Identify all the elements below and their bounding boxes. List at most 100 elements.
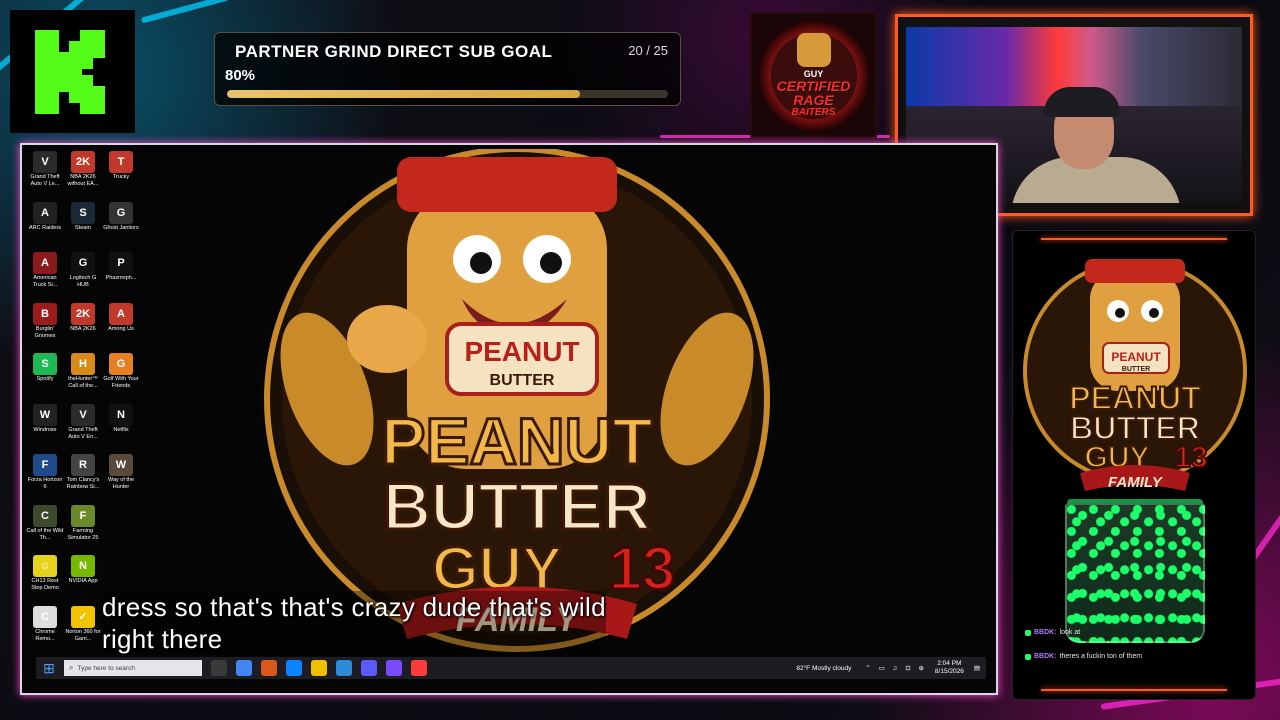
badge-emblem: GUY CERTIFIED RAGE BAITERS xyxy=(758,20,869,131)
kick-logo xyxy=(10,10,135,133)
desktop-icon-label: NBA 2K26 without EA... xyxy=(67,174,99,187)
desktop-app-icon: V xyxy=(71,403,95,426)
sub-goal-progress-fill xyxy=(227,90,580,98)
sub-goal-count: 20 / 25 xyxy=(628,43,668,58)
kick-sub-jar xyxy=(1065,503,1205,643)
desktop-icon[interactable]: F Forza Horizon 6 xyxy=(26,454,64,505)
desktop-icon-label: Burglin' Gnomes xyxy=(34,325,56,339)
taskbar-clock[interactable]: 2:04 PM 8/15/2026 xyxy=(935,660,964,676)
subscriber-badge-icon xyxy=(1025,653,1031,660)
desktop-app-icon: ☺ xyxy=(33,555,57,577)
desktop-icon-label xyxy=(102,528,140,542)
desktop-icon-label: Trucky xyxy=(112,174,130,180)
live-caption: dress so that's that's crazy dude that's… xyxy=(102,591,606,655)
taskbar-app-icon[interactable] xyxy=(236,660,252,676)
desktop-icon-label xyxy=(102,578,140,592)
peanut-butter-guy-side-logo: PEANUT BUTTER PEANUT BUTTER GUY 13 FAMIL… xyxy=(1023,259,1247,491)
desktop-app-icon: S xyxy=(71,201,95,224)
sub-goal-percent: 80% xyxy=(225,67,256,84)
desktop-app-icon: A xyxy=(109,302,133,325)
desktop-icon[interactable]: 2K NBA 2K26 xyxy=(64,302,102,354)
desktop-icon-label: Netflix xyxy=(113,426,129,433)
side-panel-bottom-line xyxy=(1041,689,1227,691)
desktop-icon[interactable]: A American Truck Si... xyxy=(26,252,64,303)
clock-time: 2:04 PM xyxy=(937,660,962,667)
desktop-icon[interactable]: F Farming Simulator 25 xyxy=(64,504,102,556)
taskbar-app-icon[interactable] xyxy=(286,660,302,676)
desktop-icon[interactable]: W Way of the Hunter xyxy=(102,454,140,505)
desktop-icon-label: NVIDIA App xyxy=(68,578,98,584)
notifications-icon[interactable]: ▤ xyxy=(974,664,980,672)
desktop-app-icon: A xyxy=(33,252,57,274)
desktop-icon[interactable]: W Windrose xyxy=(26,403,64,455)
side-panel-top-line xyxy=(1041,238,1227,240)
desktop-icon[interactable]: V Grand Theft Auto V Le... xyxy=(26,151,64,202)
desktop-icon[interactable]: R Tom Clancy's Rainbow Si... xyxy=(64,454,102,505)
desktop-icon[interactable]: P Phasmoph... xyxy=(102,252,140,303)
desktop-icon-label: Steam xyxy=(75,224,91,231)
desktop-icon[interactable]: S Steam xyxy=(64,201,102,253)
weather-widget[interactable]: 82°F Mostly cloudy xyxy=(796,665,851,672)
desktop-icon-grid: V Grand Theft Auto V Le... 2K NBA 2K26 with… xyxy=(26,151,140,656)
svg-text:13: 13 xyxy=(609,535,676,602)
caption-line-2: right there xyxy=(102,623,606,655)
desktop-icon-label: Forza Horizon 6 xyxy=(27,477,63,490)
desktop-icon-label: ARC Raiders xyxy=(28,224,62,231)
desktop-icon[interactable]: B Burglin' Gnomes xyxy=(26,302,64,354)
desktop-icon[interactable]: ☺ CH13 Rest Stop Demo xyxy=(26,555,64,606)
desktop-icon[interactable]: 2K NBA 2K26 without EA... xyxy=(64,151,102,202)
svg-text:BUTTER: BUTTER xyxy=(1122,366,1150,373)
desktop-icon[interactable]: A Among Us xyxy=(102,302,140,354)
desktop-icon-label: Call of the Wild Th... xyxy=(26,527,64,541)
desktop-app-icon: T xyxy=(109,151,133,173)
desktop-icon[interactable]: C Chrome Remo... xyxy=(26,605,64,657)
taskbar-search-box[interactable]: ⌕ Type here to search xyxy=(64,660,202,676)
desktop-icon[interactable]: V Grand Theft Auto V En... xyxy=(64,403,102,455)
desktop-icon[interactable]: N NVIDIA App xyxy=(64,555,102,606)
tray-icons[interactable]: ⌃ ▭ ♫ ⊡ ⊕ xyxy=(865,664,927,672)
desktop-icon[interactable]: HtheHunter™ Call of the... xyxy=(64,353,102,404)
desktop-app-icon xyxy=(109,555,133,577)
desktop-app-icon: S xyxy=(33,353,57,375)
kick-logo-icon xyxy=(34,29,105,114)
badge-text-certified: CERTIFIED xyxy=(776,78,851,94)
desktop-app-icon: W xyxy=(109,454,133,476)
desktop-app-icon: 2K xyxy=(71,302,95,325)
desktop-icon[interactable]: T Trucky xyxy=(102,151,140,202)
taskbar-app-icon[interactable] xyxy=(336,660,352,676)
desktop-app-icon: V xyxy=(33,151,57,173)
badge-text-rage: RAGE xyxy=(793,92,834,108)
desktop-icon-label: Among Us xyxy=(108,325,134,332)
desktop-icon-label: Logitech G HUB xyxy=(69,275,97,288)
svg-text:BUTTER: BUTTER xyxy=(383,469,651,543)
chat-message: BBDK: theres a fuckin ton of them xyxy=(1025,653,1245,660)
windows-start-icon[interactable]: ⊞ xyxy=(40,659,58,677)
desktop-icon-label: Way of the Hunter xyxy=(107,477,135,490)
svg-text:PEANUT: PEANUT xyxy=(464,336,579,367)
desktop-app-icon: A xyxy=(33,201,57,224)
desktop-icon-label: Phasmoph... xyxy=(105,275,137,281)
desktop-icon-label: Windrose xyxy=(33,426,57,433)
desktop-app-icon: H xyxy=(71,353,95,375)
taskbar-app-icon[interactable] xyxy=(361,660,377,676)
desktop-icon[interactable]: S Spotify xyxy=(26,353,64,404)
desktop-app-icon: G xyxy=(71,252,95,274)
taskbar-app-icon[interactable] xyxy=(411,660,427,676)
desktop-icon[interactable]: G Logitech G HUB xyxy=(64,252,102,303)
desktop-app-icon: N xyxy=(71,555,95,577)
taskbar-app-icon[interactable] xyxy=(211,660,227,676)
taskbar-search-placeholder: Type here to search xyxy=(77,664,135,672)
desktop-icon[interactable]: C Call of the Wild Th... xyxy=(26,504,64,556)
taskbar-app-icon[interactable] xyxy=(386,660,402,676)
desktop-icon-label: Farming Simulator 25 xyxy=(67,527,99,541)
desktop-icon[interactable]: G Golf With Your Friends xyxy=(102,353,140,404)
desktop-icon[interactable]: G Ghost Janitors xyxy=(102,201,140,253)
desktop-icon[interactable]: ✓ Norton 360 for Gam... xyxy=(64,605,102,657)
desktop-icon[interactable]: A ARC Raiders xyxy=(26,201,64,253)
taskbar-app-icon[interactable] xyxy=(261,660,277,676)
taskbar-app-icon[interactable] xyxy=(311,660,327,676)
desktop-icon[interactable]: N Netflix xyxy=(102,403,140,455)
sub-goal-title: PARTNER GRIND DIRECT SUB GOAL xyxy=(235,42,553,61)
svg-text:13: 13 xyxy=(1174,441,1207,474)
taskbar-pinned-apps xyxy=(202,660,427,676)
